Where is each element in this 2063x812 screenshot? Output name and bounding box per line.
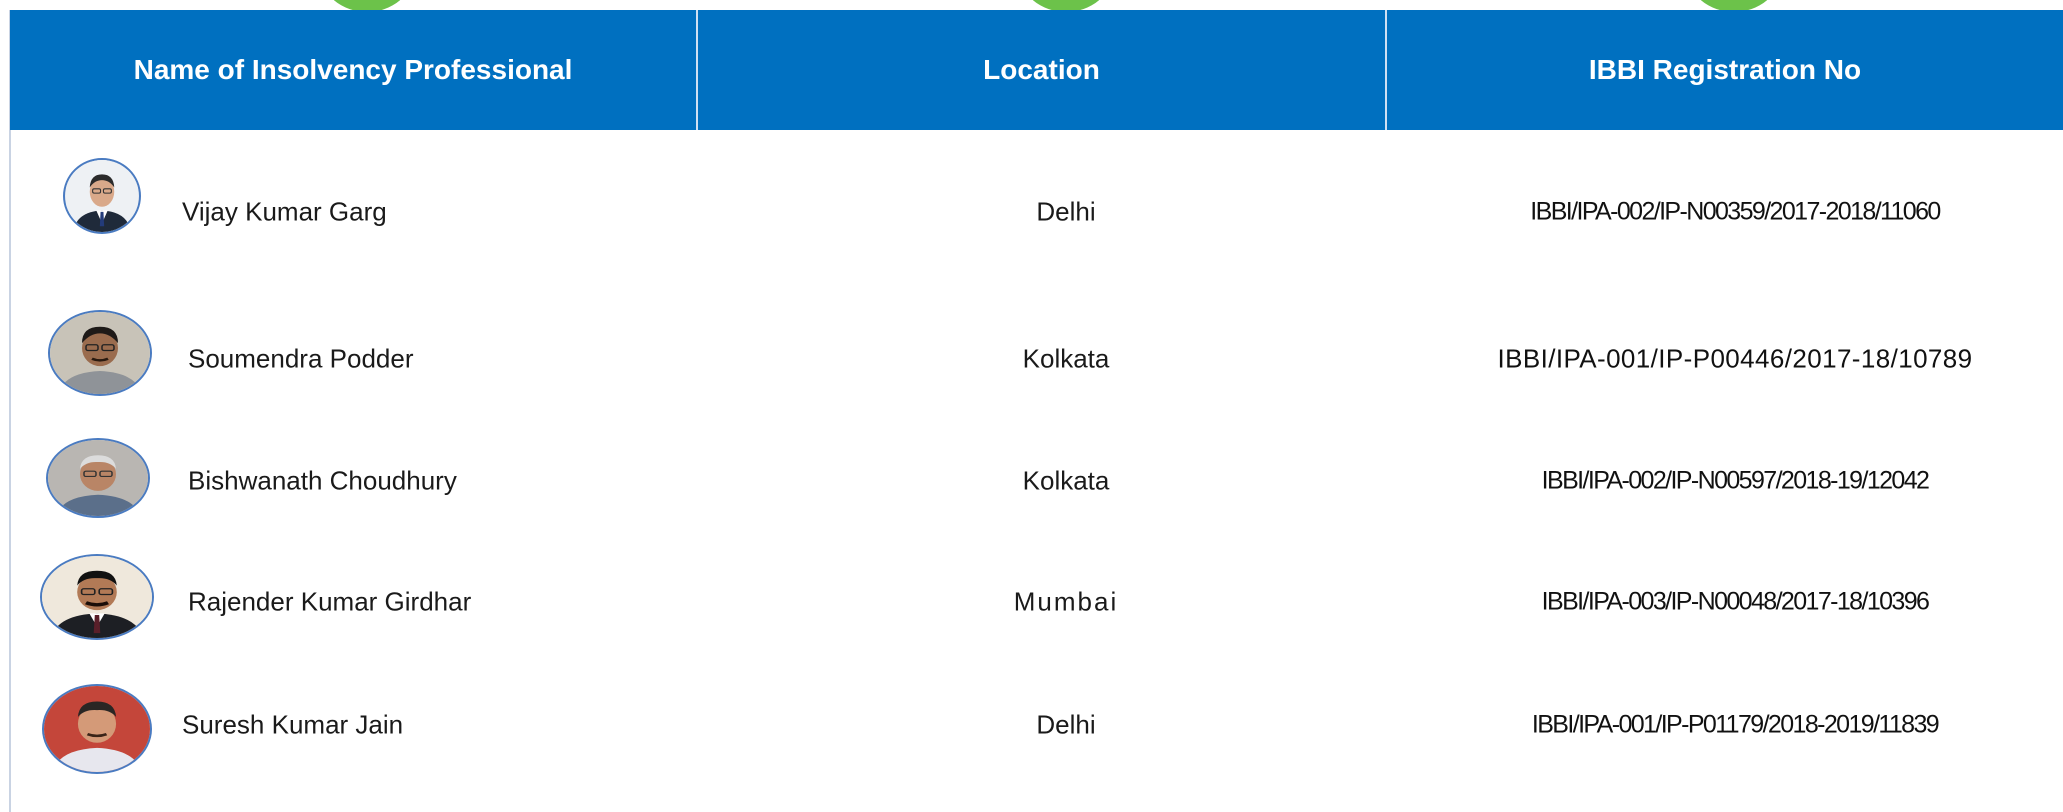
registration-text: IBBI/IPA-001/IP-P01179/2018-2019/11839 xyxy=(1531,710,1940,739)
header-location: Location xyxy=(698,10,1387,130)
location-text: Kolkata xyxy=(1022,343,1110,374)
location-text: Mumbai xyxy=(1013,586,1119,617)
header-name: Name of Insolvency Professional xyxy=(10,10,698,130)
avatar xyxy=(63,158,141,234)
registration-text: IBBI/IPA-002/IP-N00359/2017-2018/11060 xyxy=(1530,197,1941,226)
person-photo-icon xyxy=(66,160,138,232)
person-photo-icon xyxy=(48,440,148,516)
table-header: Name of Insolvency Professional Location… xyxy=(10,10,2063,130)
location-text: Delhi xyxy=(1036,196,1096,227)
professional-name: Soumendra Podder xyxy=(188,343,414,374)
professional-name: Rajender Kumar Girdhar xyxy=(188,586,472,617)
professional-name: Vijay Kumar Garg xyxy=(182,196,387,227)
registration-text: IBBI/IPA-001/IP-P00446/2017-18/10789 xyxy=(1497,343,1973,374)
avatar xyxy=(42,684,152,774)
location-text: Delhi xyxy=(1036,709,1096,740)
registration-text: IBBI/IPA-003/IP-N00048/2017-18/10396 xyxy=(1541,587,1930,616)
professional-name: Suresh Kumar Jain xyxy=(182,709,404,740)
page: Name of Insolvency Professional Location… xyxy=(0,0,2063,812)
professional-name: Bishwanath Choudhury xyxy=(188,465,457,496)
header-registration: IBBI Registration No xyxy=(1588,54,1862,85)
avatar xyxy=(46,438,150,518)
person-photo-icon xyxy=(50,312,150,394)
avatar xyxy=(48,310,152,396)
person-photo-icon xyxy=(44,686,150,772)
table-frame xyxy=(9,10,2063,812)
person-photo-icon xyxy=(42,556,152,638)
registration-text: IBBI/IPA-002/IP-N00597/2018-19/12042 xyxy=(1541,466,1930,495)
avatar xyxy=(40,554,154,640)
location-text: Kolkata xyxy=(1022,465,1110,496)
